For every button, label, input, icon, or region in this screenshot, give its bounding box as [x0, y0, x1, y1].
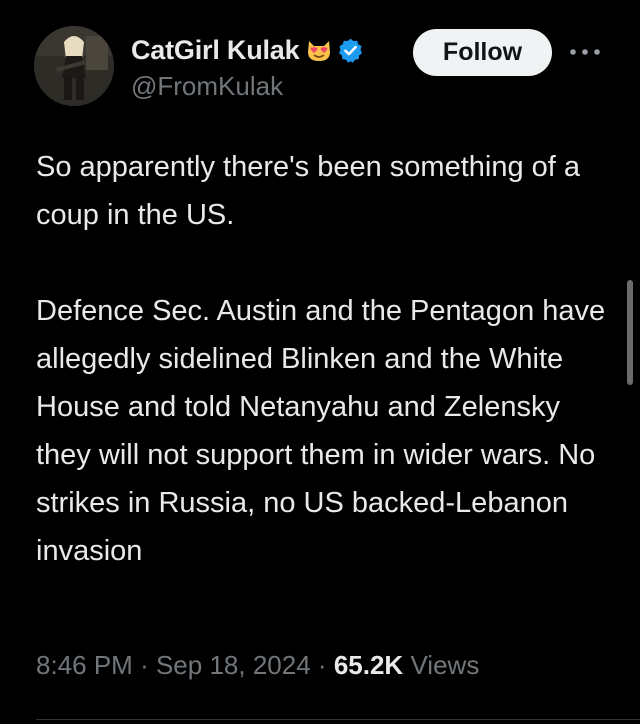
tweet-card: CatGirl Kulak @FromKulak Follow So appar… — [0, 0, 640, 724]
views-count[interactable]: 65.2K — [334, 650, 403, 680]
more-dots-icon[interactable] — [567, 38, 603, 66]
views-label: Views — [410, 650, 480, 680]
meta-separator: · — [140, 650, 149, 680]
follow-button[interactable]: Follow — [413, 29, 552, 76]
verified-badge-icon[interactable] — [337, 37, 364, 64]
scrollbar[interactable] — [627, 280, 633, 385]
tweet-text: So apparently there's been something of … — [36, 143, 606, 575]
tweet-meta: 8:46 PM · Sep 18, 2024 · 65.2K Views — [36, 650, 479, 681]
divider — [36, 719, 640, 720]
tweet-paragraph: Defence Sec. Austin and the Pentagon hav… — [36, 295, 606, 567]
tweet-date[interactable]: Sep 18, 2024 — [156, 650, 311, 680]
meta-separator: · — [317, 650, 327, 680]
avatar[interactable] — [34, 26, 114, 106]
tweet-time[interactable]: 8:46 PM — [36, 650, 133, 680]
author-handle[interactable]: @FromKulak — [131, 71, 283, 102]
author-display-name[interactable]: CatGirl Kulak — [131, 35, 300, 66]
tweet-paragraph: So apparently there's been something of … — [36, 151, 581, 231]
cat-heart-eyes-icon — [305, 36, 333, 64]
author-name-row: CatGirl Kulak — [131, 28, 364, 72]
